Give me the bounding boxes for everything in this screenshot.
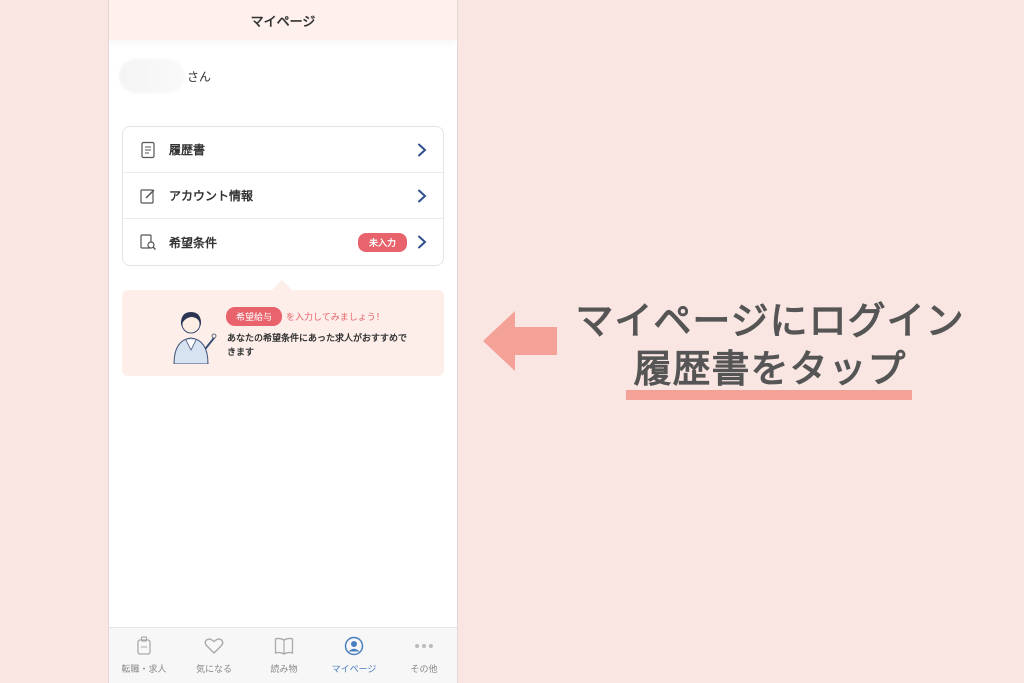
caption-line-2: 履歴書をタップ — [633, 347, 907, 391]
chevron-right-icon — [417, 235, 427, 249]
tab-label: その他 — [410, 665, 438, 675]
chevron-right-icon — [417, 143, 427, 157]
page-header: マイページ — [109, 0, 457, 40]
page-title: マイページ — [250, 14, 316, 30]
arrow-left-icon — [483, 311, 557, 371]
tab-favorites[interactable]: 気になる — [179, 628, 249, 683]
tab-label: マイページ — [331, 665, 377, 675]
menu-item-label: 希望条件 — [169, 235, 218, 250]
user-name-redacted — [119, 59, 185, 93]
heart-icon — [204, 636, 224, 656]
more-dots-icon — [414, 636, 434, 656]
menu-item-preferences[interactable]: 希望条件 未入力 — [123, 219, 443, 265]
bottom-tab-bar: 転職・求人 気になる 読み物 マイページ その他 — [109, 627, 457, 683]
promo-banner[interactable]: 希望給与 を入力してみましょう！ あなたの希望条件にあった求人がおすすめできます — [122, 280, 444, 376]
promo-notch — [272, 280, 292, 290]
tab-label: 気になる — [195, 665, 232, 675]
tab-label: 読み物 — [270, 665, 298, 675]
caption-underline — [626, 390, 912, 400]
menu-card: 履歴書 アカウント情報 希望条件 未入力 — [122, 126, 444, 266]
chevron-right-icon — [417, 189, 427, 203]
phone-screen: マイページ さん 履歴書 アカウント情報 希望条件 未入力 希望給与 を入力して… — [108, 0, 458, 683]
edit-icon — [139, 187, 157, 205]
advisor-illustration — [173, 312, 217, 364]
tab-mypage[interactable]: マイページ — [319, 628, 389, 683]
search-document-icon — [139, 233, 157, 251]
menu-item-label: 履歴書 — [169, 143, 206, 157]
menu-item-account[interactable]: アカウント情報 — [123, 173, 443, 219]
job-bag-icon — [134, 636, 154, 656]
document-icon — [139, 141, 157, 159]
user-honorific: さん — [187, 69, 212, 84]
promo-headline: 希望給与 を入力してみましょう！ — [226, 307, 385, 326]
menu-item-resume[interactable]: 履歴書 — [123, 127, 443, 173]
caption-line-1: マイページにログイン — [575, 299, 965, 343]
menu-item-label: アカウント情報 — [169, 189, 254, 203]
tab-more[interactable]: その他 — [389, 628, 457, 683]
person-icon — [344, 636, 364, 656]
user-greeting: さん — [119, 56, 211, 96]
tab-jobs[interactable]: 転職・求人 — [109, 628, 179, 683]
tab-label: 転職・求人 — [121, 665, 167, 675]
promo-cta-text: を入力してみましょう！ — [286, 313, 385, 323]
desired-salary-pill: 希望給与 — [226, 307, 283, 326]
promo-description: あなたの希望条件にあった求人がおすすめできます — [227, 334, 408, 358]
book-icon — [274, 636, 294, 656]
status-badge: 未入力 — [357, 232, 407, 252]
tab-reading[interactable]: 読み物 — [249, 628, 319, 683]
